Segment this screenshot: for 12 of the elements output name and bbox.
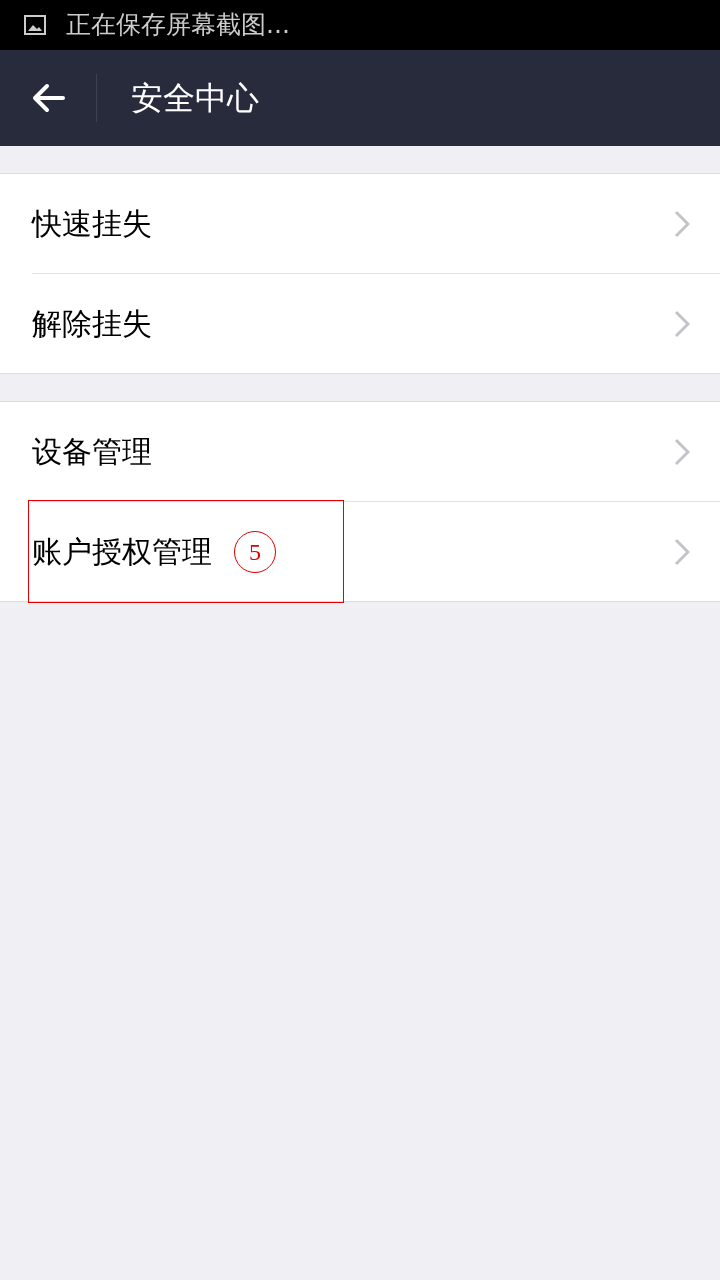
chevron-right-icon — [674, 437, 690, 466]
page-title: 安全中心 — [131, 78, 259, 119]
menu-item[interactable]: 解除挂失 — [32, 274, 720, 373]
menu-item[interactable]: 快速挂失 — [32, 174, 720, 273]
menu-item[interactable]: 设备管理 — [32, 402, 720, 501]
image-icon — [24, 15, 46, 35]
back-arrow-icon — [31, 83, 65, 113]
chevron-right-icon — [674, 209, 690, 238]
menu-item[interactable]: 账户授权管理 5 — [32, 502, 720, 601]
chevron-right-icon — [674, 537, 690, 566]
chevron-right-icon — [674, 309, 690, 338]
status-text: 正在保存屏幕截图... — [66, 9, 290, 42]
